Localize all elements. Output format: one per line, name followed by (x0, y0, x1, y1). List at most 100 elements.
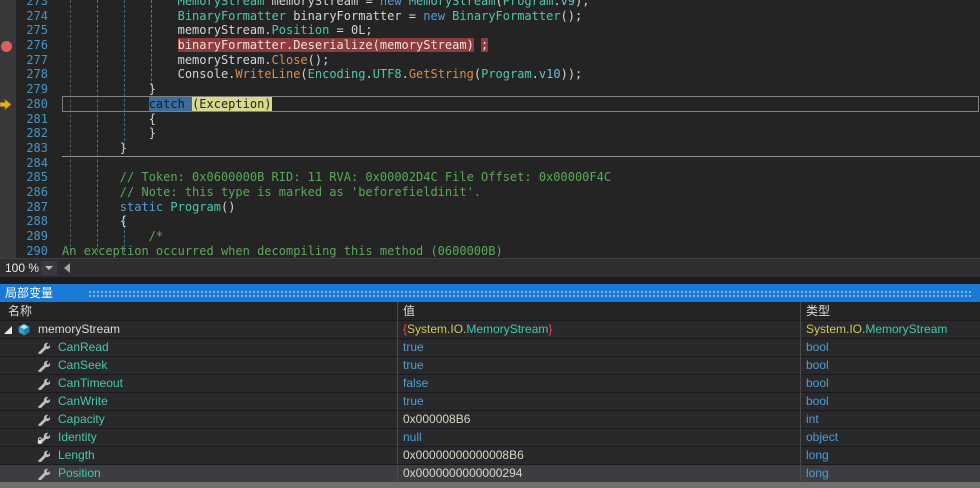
locals-panel-titlebar[interactable]: 局部变量 (0, 284, 980, 302)
wrench-icon (37, 413, 50, 426)
code-line[interactable]: 283 } (0, 141, 980, 156)
wrench-icon (37, 341, 50, 354)
table-row[interactable]: CanWritetruebool (0, 392, 980, 410)
code-line[interactable]: 282 } (0, 126, 980, 141)
variable-name: CanTimeout (58, 375, 123, 392)
locals-table-header: 名称 值 类型 (0, 302, 980, 320)
code-line[interactable]: 290 An exception occurred when decompilin… (0, 244, 980, 258)
code-line[interactable]: 280 catch (Exception) (0, 97, 980, 112)
variable-type: System.IO.MemoryStream (800, 321, 980, 338)
editor-bottom-bar: 100 % (0, 258, 980, 277)
line-number[interactable]: 287 (16, 200, 48, 215)
code-text: /* (62, 229, 163, 243)
code-line[interactable]: 281 { (0, 112, 980, 127)
panel-separator (0, 277, 980, 284)
code-editor[interactable]: 273 MemoryStream memoryStream = new Memo… (0, 0, 980, 258)
line-number[interactable]: 286 (16, 185, 48, 200)
code-text: memoryStream.Close(); (62, 53, 329, 67)
line-number[interactable]: 276 (16, 38, 48, 53)
scroll-left-arrow-icon[interactable] (64, 263, 70, 273)
variable-value: 0x00000000000008B6 (397, 447, 800, 464)
code-text: An exception occurred when decompiling t… (62, 244, 503, 258)
line-number[interactable]: 277 (16, 53, 48, 68)
variable-type: bool (800, 357, 980, 374)
wrench-icon (37, 377, 50, 390)
cube-icon (17, 323, 31, 336)
variable-type: bool (800, 393, 980, 410)
line-number[interactable]: 281 (16, 112, 48, 127)
variable-name: memoryStream (38, 321, 120, 338)
variable-type: long (800, 465, 980, 482)
line-number[interactable]: 288 (16, 214, 48, 229)
line-number[interactable]: 275 (16, 23, 48, 38)
current-statement-arrow-icon (0, 99, 12, 110)
wrench-icon (37, 395, 50, 408)
line-number[interactable]: 289 (16, 229, 48, 244)
line-number[interactable]: 274 (16, 9, 48, 24)
line-number[interactable]: 280 (16, 97, 48, 112)
code-line[interactable]: 285 // Token: 0x0600000B RID: 11 RVA: 0x… (0, 170, 980, 185)
code-line[interactable]: 289 /* (0, 229, 980, 244)
code-text: { (62, 112, 156, 126)
line-number[interactable]: 290 (16, 244, 48, 258)
code-line[interactable]: 276 binaryFormatter.Deserialize(memorySt… (0, 38, 980, 53)
code-text: static Program() (62, 200, 235, 214)
line-number[interactable]: 273 (16, 0, 48, 9)
table-row[interactable]: Position0x0000000000000294long (0, 464, 980, 482)
column-divider[interactable] (397, 302, 398, 488)
variable-value: {System.IO.MemoryStream} (397, 321, 800, 338)
app: { "colors": { "accent_blue": "#1a7ad4", … (0, 0, 980, 488)
column-divider[interactable] (800, 302, 801, 488)
variable-value: false (397, 375, 800, 392)
table-row[interactable]: CanReadtruebool (0, 338, 980, 356)
breakpoint-icon[interactable] (1, 41, 12, 52)
wrench-icon (37, 449, 50, 462)
locals-scrollbar[interactable] (0, 482, 980, 488)
current-statement-box (62, 96, 979, 112)
table-row[interactable]: CanSeektruebool (0, 356, 980, 374)
line-number[interactable]: 278 (16, 67, 48, 82)
line-number[interactable]: 283 (16, 141, 48, 156)
wrench-icon (37, 359, 50, 372)
locals-table-body: memoryStream {System.IO.MemoryStream}Syst… (0, 320, 980, 482)
chevron-down-icon (45, 266, 53, 270)
titlebar-drag-handle (88, 290, 972, 297)
wrench-icon (37, 467, 50, 480)
variable-value: true (397, 357, 800, 374)
zoom-dropdown-button[interactable] (41, 261, 57, 275)
variable-type: long (800, 447, 980, 464)
code-line[interactable]: 278 Console.WriteLine(Encoding.UTF8.GetS… (0, 67, 980, 82)
zoom-level-value[interactable]: 100 % (5, 259, 39, 277)
code-text: { (62, 214, 127, 228)
code-line[interactable]: 275 memoryStream.Position = 0L; (0, 23, 980, 38)
code-text: Console.WriteLine(Encoding.UTF8.GetStrin… (62, 67, 582, 81)
code-line[interactable]: 284 (0, 156, 980, 171)
column-header-name[interactable]: 名称 (0, 302, 397, 320)
table-row[interactable]: CanTimeoutfalsebool (0, 374, 980, 392)
line-number[interactable]: 284 (16, 156, 48, 171)
code-line[interactable]: 279 } (0, 82, 980, 97)
column-header-value[interactable]: 值 (397, 302, 800, 320)
code-line[interactable]: 287 static Program() (0, 200, 980, 215)
variable-value: null (397, 429, 800, 446)
line-number[interactable]: 285 (16, 170, 48, 185)
line-number[interactable]: 282 (16, 126, 48, 141)
code-line[interactable]: 277 memoryStream.Close(); (0, 53, 980, 68)
code-line[interactable]: 273 MemoryStream memoryStream = new Memo… (0, 0, 980, 9)
expander-icon[interactable] (3, 325, 13, 335)
code-text: // Token: 0x0600000B RID: 11 RVA: 0x0000… (62, 170, 611, 184)
variable-type: int (800, 411, 980, 428)
code-text: } (62, 82, 156, 96)
code-line[interactable]: 288 { (0, 214, 980, 229)
table-row[interactable]: memoryStream {System.IO.MemoryStream}Syst… (0, 320, 980, 338)
variable-value: true (397, 339, 800, 356)
line-number[interactable]: 279 (16, 82, 48, 97)
wrench-lock-icon (37, 431, 50, 444)
table-row[interactable]: Capacity0x000008B6int (0, 410, 980, 428)
table-row[interactable]: Length0x00000000000008B6long (0, 446, 980, 464)
code-text: memoryStream.Position = 0L; (62, 23, 373, 37)
table-row[interactable]: Identitynullobject (0, 428, 980, 446)
code-line[interactable]: 286 // Note: this type is marked as 'bef… (0, 185, 980, 200)
code-line[interactable]: 274 BinaryFormatter binaryFormatter = ne… (0, 9, 980, 24)
column-header-type[interactable]: 类型 (800, 302, 980, 320)
